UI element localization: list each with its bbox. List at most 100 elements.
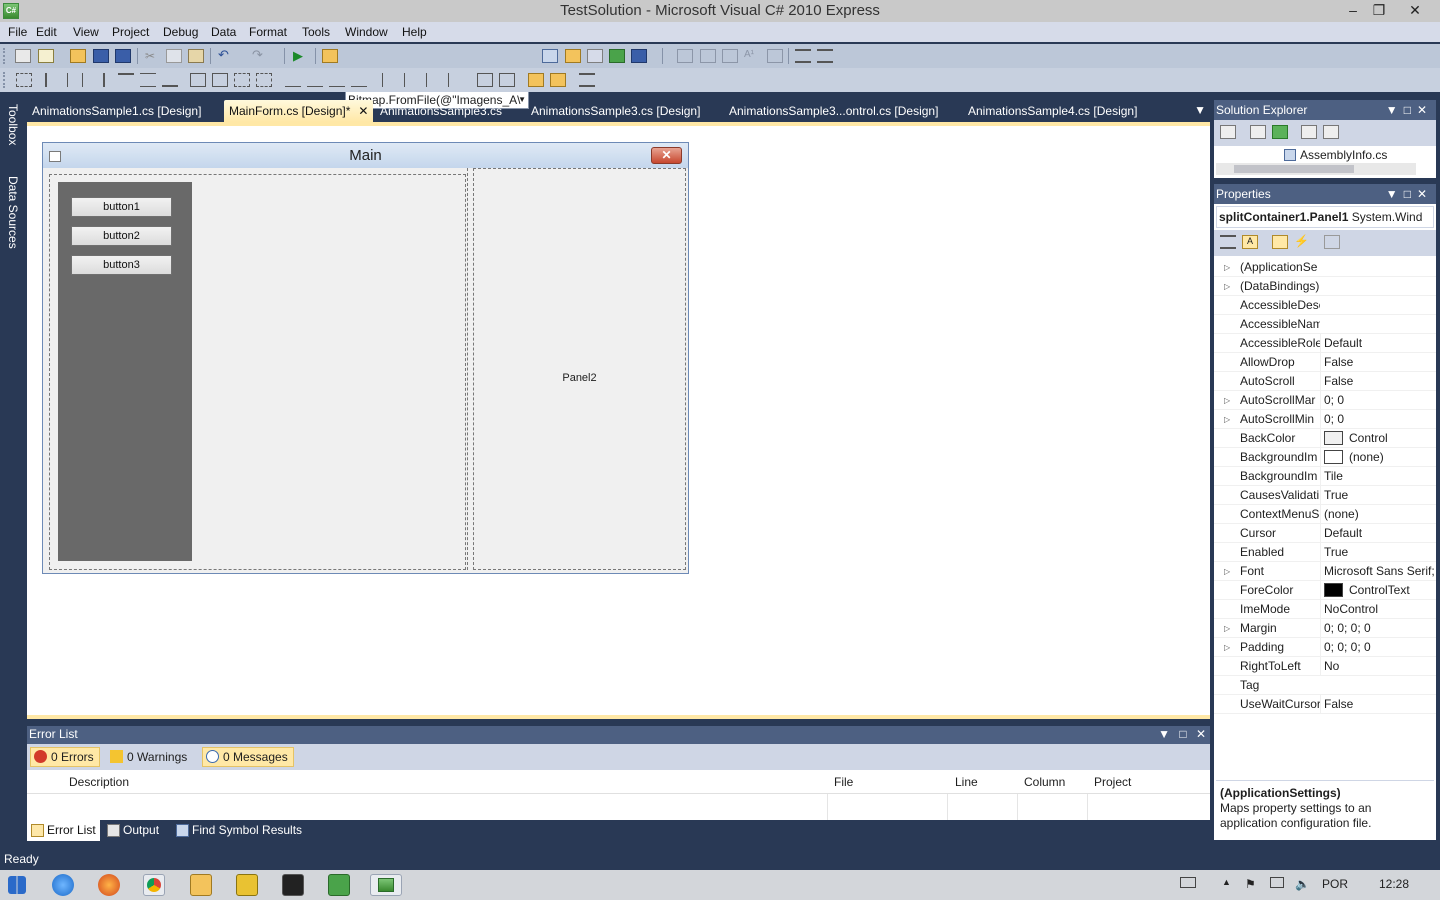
properties-icon[interactable]	[587, 49, 603, 63]
property-row[interactable]: AccessibleNam	[1214, 315, 1436, 334]
show-hidden-icons[interactable]: ▲	[1222, 877, 1231, 887]
menu-tools[interactable]: Tools	[302, 25, 330, 39]
alphabetical-icon[interactable]: A	[1242, 235, 1258, 249]
property-row[interactable]: ForeColor ControlText	[1214, 581, 1436, 600]
designer-surface[interactable]: Main ✕ button1 button2 button3 Panel2	[27, 122, 1210, 719]
toolbox-tab[interactable]: Toolbox	[2, 104, 20, 145]
property-row[interactable]: Enabled True	[1214, 543, 1436, 562]
column-project[interactable]: Project	[1094, 775, 1131, 789]
side-menu-panel[interactable]: button1 button2 button3	[58, 182, 192, 561]
window-position-icon[interactable]: ▼	[1386, 187, 1404, 201]
clock[interactable]: 12:28	[1379, 877, 1409, 891]
messages-filter-button[interactable]: 0 Messages	[202, 747, 294, 767]
tab-overflow-icon[interactable]: ▼	[1194, 103, 1206, 117]
add-item-icon[interactable]	[38, 49, 54, 63]
format-icon[interactable]	[677, 49, 693, 63]
align-centers-icon[interactable]	[67, 73, 83, 87]
menu-project[interactable]: Project	[112, 25, 149, 39]
media-player-icon[interactable]	[282, 874, 304, 896]
property-row[interactable]: ▷ Margin 0; 0; 0; 0	[1214, 619, 1436, 638]
categorized-icon[interactable]	[1220, 235, 1236, 249]
windows-start-icon[interactable]	[8, 876, 26, 894]
menu-file[interactable]: File	[8, 25, 27, 39]
find-in-files-icon[interactable]	[322, 49, 338, 63]
column-description[interactable]: Description	[69, 775, 129, 789]
flag-icon[interactable]: ⚑	[1245, 877, 1256, 891]
refresh-icon[interactable]	[1272, 125, 1288, 139]
volume-icon[interactable]: 🔈	[1295, 877, 1310, 891]
size-to-grid-icon[interactable]	[256, 73, 272, 87]
menu-help[interactable]: Help	[402, 25, 427, 39]
split-panel2[interactable]: Panel2	[473, 168, 686, 570]
split-panel1[interactable]: button1 button2 button3	[49, 174, 466, 570]
horizontal-spacing-icon[interactable]	[351, 73, 367, 87]
vertical-spacing-icon[interactable]	[382, 73, 398, 87]
tab-animationssample3-control-design[interactable]: AnimationsSample3...ontrol.cs [Design]	[724, 100, 943, 122]
extension-manager-icon[interactable]	[631, 49, 647, 63]
toolbox-icon[interactable]	[609, 49, 625, 63]
property-row[interactable]: AutoScroll False	[1214, 372, 1436, 391]
undo-icon[interactable]: ↶	[218, 48, 234, 63]
menu-data[interactable]: Data	[211, 25, 236, 39]
vertical-spacing-icon[interactable]	[404, 73, 420, 87]
open-file-icon[interactable]	[70, 49, 86, 63]
property-row[interactable]: ▷ Font Microsoft Sans Serif;	[1214, 562, 1436, 581]
cut-icon[interactable]: ✂	[145, 49, 161, 63]
pin-icon[interactable]: □	[1404, 103, 1417, 117]
property-row[interactable]: BackColor Control	[1214, 429, 1436, 448]
window-position-icon[interactable]: ▼	[1158, 727, 1170, 741]
column-file[interactable]: File	[834, 775, 853, 789]
save-icon[interactable]	[93, 49, 109, 63]
internet-explorer-icon[interactable]	[52, 874, 74, 896]
view-designer-icon[interactable]	[1323, 125, 1339, 139]
properties-icon[interactable]	[1220, 125, 1236, 139]
expand-icon[interactable]: ▷	[1224, 277, 1230, 296]
center-vertically-icon[interactable]	[499, 73, 515, 87]
toolbar-grip[interactable]	[3, 48, 6, 64]
property-row[interactable]: AllowDrop False	[1214, 353, 1436, 372]
visual-csharp-taskbar-icon[interactable]	[370, 874, 402, 896]
property-row[interactable]: AccessibleDesc	[1214, 296, 1436, 315]
horizontal-spacing-icon[interactable]	[307, 73, 323, 87]
align-lefts-icon[interactable]	[45, 73, 61, 87]
property-row[interactable]: RightToLeft No	[1214, 657, 1436, 676]
property-row[interactable]: CausesValidati True	[1214, 486, 1436, 505]
column-column[interactable]: Column	[1024, 775, 1065, 789]
keyboard-icon[interactable]	[1180, 877, 1196, 888]
warnings-filter-button[interactable]: 0 Warnings	[106, 747, 193, 767]
toolbar-grip[interactable]	[3, 72, 6, 88]
firefox-icon[interactable]	[98, 874, 120, 896]
chrome-icon[interactable]	[143, 874, 165, 896]
button3[interactable]: button3	[71, 255, 172, 275]
data-sources-tab[interactable]: Data Sources	[2, 176, 20, 249]
expand-icon[interactable]: ▷	[1224, 562, 1230, 581]
tab-find-symbol-results[interactable]: Find Symbol Results	[172, 820, 306, 841]
property-pages-icon[interactable]	[1324, 235, 1340, 249]
property-row[interactable]: BackgroundIm Tile	[1214, 467, 1436, 486]
make-same-size-icon[interactable]	[234, 73, 250, 87]
close-icon[interactable]: ✕	[358, 104, 368, 118]
properties-view-icon[interactable]	[1272, 235, 1288, 249]
send-to-back-icon[interactable]	[550, 73, 566, 87]
property-row[interactable]: ▷ (DataBindings)	[1214, 277, 1436, 296]
vertical-spacing-icon[interactable]	[448, 73, 464, 87]
new-project-icon[interactable]	[15, 49, 31, 63]
show-all-files-icon[interactable]	[1250, 125, 1266, 139]
language-indicator[interactable]: POR	[1322, 877, 1348, 891]
bring-to-front-icon[interactable]	[528, 73, 544, 87]
tab-animationssample3-design[interactable]: AnimationsSample3.cs [Design]	[526, 100, 705, 122]
tab-error-list[interactable]: Error List	[27, 820, 100, 841]
property-row[interactable]: ▷ Padding 0; 0; 0; 0	[1214, 638, 1436, 657]
make-same-height-icon[interactable]	[212, 73, 228, 87]
save-all-icon[interactable]	[115, 49, 131, 63]
errors-filter-button[interactable]: 0 Errors	[30, 747, 100, 767]
format-icon[interactable]	[700, 49, 716, 63]
align-rights-icon[interactable]	[89, 73, 105, 87]
solution-explorer-icon[interactable]	[565, 49, 581, 63]
horizontal-scrollbar[interactable]	[1216, 163, 1416, 175]
outdent-icon[interactable]	[817, 49, 833, 63]
property-row[interactable]: Tag	[1214, 676, 1436, 695]
align-middles-icon[interactable]	[140, 73, 156, 87]
close-icon[interactable]: ✕	[1417, 103, 1433, 117]
start-debugging-icon[interactable]: ▶	[293, 49, 309, 63]
